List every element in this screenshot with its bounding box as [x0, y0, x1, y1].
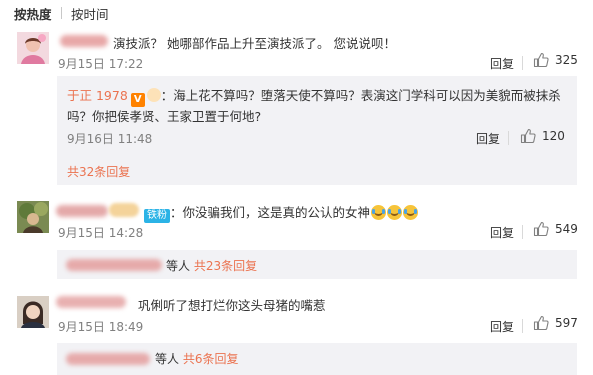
reply-date: 9月16日 11:48	[67, 132, 153, 146]
verified-v-icon: V	[130, 93, 145, 107]
username-blurred[interactable]	[60, 35, 108, 47]
reply-button[interactable]: 回复	[490, 224, 514, 241]
more-replies-link[interactable]: 共32条回复	[67, 163, 130, 180]
member-icon	[146, 88, 161, 102]
username-blurred[interactable]	[56, 296, 126, 308]
tab-sort-time[interactable]: 按时间	[71, 4, 109, 23]
like-button[interactable]: 597	[533, 315, 578, 331]
like-button[interactable]: 120	[520, 128, 565, 144]
sort-tabs: 按热度 按时间	[0, 0, 593, 26]
divider	[522, 319, 523, 333]
reply-button[interactable]: 回复	[490, 55, 514, 72]
like-button[interactable]: 325	[533, 52, 578, 68]
like-count: 597	[555, 316, 578, 330]
comment-date: 9月15日 17:22	[58, 57, 144, 71]
comment-text: 巩俐听了想打烂你这头母猪的嘴惹	[138, 298, 326, 313]
avatar[interactable]	[17, 201, 49, 233]
avatar[interactable]	[17, 32, 49, 64]
thumbs-up-icon	[533, 52, 549, 68]
reply-summary: 等人 共23条回复	[166, 257, 257, 274]
like-button[interactable]: 549	[533, 221, 578, 237]
reply-button[interactable]: 回复	[476, 130, 500, 147]
comment-text: 演技派？ 她哪部作品上升至演技派了。 您说说呗！	[113, 36, 396, 51]
laughing-emoji-icon	[387, 205, 403, 220]
reply-users-blurred	[66, 353, 150, 365]
like-count: 325	[555, 53, 578, 67]
like-count: 120	[542, 129, 565, 143]
comment-line: 铁粉 ：你没骗我们，这是真的公认的女神	[144, 202, 419, 223]
more-replies-link[interactable]: 共23条回复	[194, 259, 257, 273]
like-count: 549	[555, 222, 578, 236]
tab-sort-hot[interactable]: 按热度	[14, 4, 52, 23]
tab-divider	[61, 7, 62, 19]
comment-date: 9月15日 18:49	[58, 320, 144, 334]
member-icon	[109, 203, 139, 217]
laughing-emoji-icon	[371, 205, 387, 220]
reply-summary-prefix: 等人	[166, 259, 191, 273]
avatar[interactable]	[17, 296, 49, 328]
reply-button[interactable]: 回复	[490, 318, 514, 335]
thumbs-up-icon	[520, 128, 536, 144]
reply-users-blurred	[66, 259, 162, 271]
reply-text-continued: 吗？你把侯孝贤、王家卫置于何地?	[67, 109, 262, 124]
reply-summary-prefix: 等人	[155, 352, 180, 366]
comment-text: ：你没骗我们，这是真的公认的女神	[170, 205, 371, 220]
reply-summary: 等人 共6条回复	[155, 350, 238, 367]
more-replies-link[interactable]: 共6条回复	[183, 352, 239, 366]
reply-line-1: 于正 1978 V ：海上花不算吗？堕落天使不算吗？表演这门学科可以因为美貌而被抹杀	[67, 85, 561, 107]
thumbs-up-icon	[533, 221, 549, 237]
username-blurred[interactable]	[56, 205, 108, 217]
fan-badge: 铁粉	[144, 209, 170, 223]
divider	[522, 56, 523, 70]
comment-date: 9月15日 14:28	[58, 226, 144, 240]
divider	[508, 131, 509, 145]
laughing-emoji-icon	[403, 205, 419, 220]
divider	[522, 225, 523, 239]
reply-text: ：海上花不算吗？堕落天使不算吗？表演这门学科可以因为美貌而被抹杀	[160, 88, 561, 103]
reply-author[interactable]: 于正 1978	[67, 88, 128, 103]
thumbs-up-icon	[533, 315, 549, 331]
